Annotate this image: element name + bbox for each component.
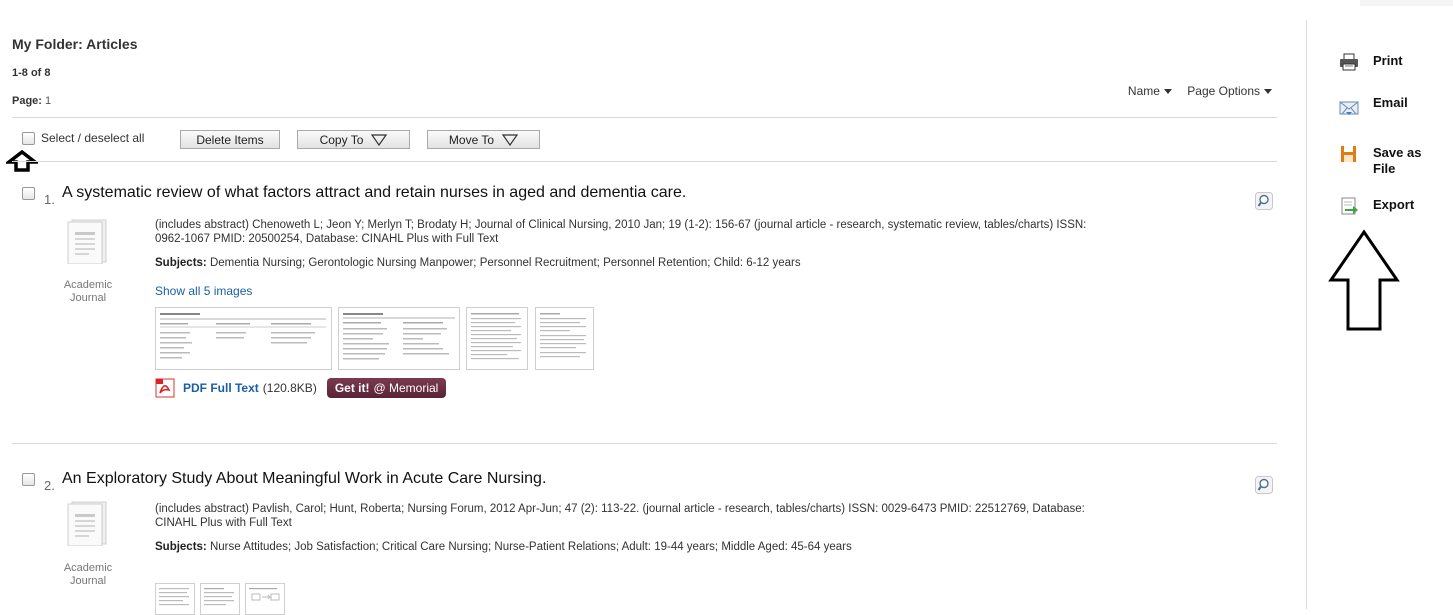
up-arrow-annotation-icon <box>1328 229 1400 331</box>
top-strip <box>1360 0 1453 6</box>
select-all-checkbox[interactable] <box>22 132 35 146</box>
pdf-size: (120.8KB) <box>262 381 317 395</box>
citation-details: (includes abstract) Pavlish, Carol; Hunt… <box>155 502 1085 530</box>
chevron-down-icon <box>1264 89 1272 95</box>
export-label: Export <box>1373 197 1415 212</box>
journal-document-icon <box>67 219 107 264</box>
result-count: 1-8 of 8 <box>12 67 51 79</box>
full-text-links: PDF Full Text (120.8KB) Get it! @ Memori… <box>155 378 447 398</box>
image-thumbnail[interactable] <box>338 307 460 370</box>
sort-controls: Name Page Options <box>1116 84 1272 98</box>
copy-to-label: Copy To <box>319 132 364 147</box>
divider <box>12 117 1277 118</box>
citation-details: (includes abstract) Chenoweth L; Jeon Y;… <box>155 218 1086 246</box>
result-checkbox[interactable] <box>22 187 35 200</box>
envelope-icon <box>1339 101 1359 115</box>
get-it-button[interactable]: Get it! @ Memorial <box>326 378 447 398</box>
triangle-down-icon <box>371 133 388 146</box>
show-all-images-link[interactable]: Show all 5 images <box>155 284 252 298</box>
citation-line: (includes abstract) Chenoweth L; Jeon Y;… <box>155 219 1087 231</box>
pagination: Page: 1 <box>12 95 51 107</box>
save-label-line: File <box>1373 161 1396 176</box>
copy-to-button[interactable]: Copy To <box>297 130 410 149</box>
select-all-control: Select / deselect all <box>22 131 145 146</box>
save-as-file-label: Save as File <box>1373 145 1421 177</box>
subjects-value[interactable]: Dementia Nursing; Gerontologic Nursing M… <box>210 257 801 269</box>
pdf-icon <box>155 378 175 398</box>
sort-name-dropdown[interactable]: Name <box>1128 84 1172 98</box>
page-title: My Folder: Articles <box>12 36 138 52</box>
image-thumbnail[interactable] <box>155 307 332 370</box>
print-tool[interactable]: Print <box>1339 53 1403 71</box>
subjects-value[interactable]: Nurse Attitudes; Job Satisfaction; Criti… <box>210 541 852 553</box>
delete-items-label: Delete Items <box>196 132 264 147</box>
email-tool[interactable]: Email <box>1339 95 1408 117</box>
select-all-label: Select / deselect all <box>41 131 145 145</box>
export-icon <box>1341 197 1358 215</box>
save-label-line: Save as <box>1373 145 1422 160</box>
table-thumbnail-icon <box>160 313 326 359</box>
move-to-button[interactable]: Move To <box>427 130 540 149</box>
page-thumbnail-icon <box>540 313 586 358</box>
page-number[interactable]: 1 <box>45 95 51 107</box>
image-thumbnail[interactable] <box>245 583 285 615</box>
table-thumbnail-icon <box>343 313 455 360</box>
sort-name-label: Name <box>1127 84 1160 98</box>
page-label: Page: <box>12 95 42 107</box>
image-thumbnail[interactable] <box>466 307 528 370</box>
page-options-label: Page Options <box>1187 84 1260 98</box>
get-it-library: @ Memorial <box>373 381 439 395</box>
save-as-file-tool[interactable]: Save as File <box>1339 145 1421 177</box>
result-title-link[interactable]: A systematic review of what factors attr… <box>62 184 686 202</box>
move-to-label: Move To <box>448 132 495 147</box>
divider <box>12 443 1277 444</box>
result-checkbox[interactable] <box>22 473 35 486</box>
citation-line: (includes abstract) Pavlish, Carol; Hunt… <box>155 503 1085 515</box>
subjects-line: Subjects: Dementia Nursing; Gerontologic… <box>155 257 801 269</box>
printer-icon <box>1340 53 1358 71</box>
page-thumbnail-icon <box>471 313 521 360</box>
chevron-down-icon <box>1163 89 1172 95</box>
pdf-full-text-link[interactable]: PDF Full Text <box>183 381 259 395</box>
divider <box>12 161 1277 162</box>
magnifier-icon[interactable] <box>1255 192 1273 210</box>
email-label: Email <box>1373 95 1408 110</box>
export-tool[interactable]: Export <box>1339 197 1414 215</box>
publication-type-line: Academic <box>63 279 113 291</box>
print-label: Print <box>1373 53 1403 68</box>
publication-type-line: Journal <box>69 575 107 587</box>
image-thumbnail[interactable] <box>535 307 594 370</box>
subjects-label: Subjects: <box>155 257 207 269</box>
page-thumbnail-icon <box>159 588 189 606</box>
publication-type-line: Journal <box>69 292 107 304</box>
result-number: 2. <box>44 478 55 493</box>
publication-type-line: Academic <box>63 562 113 574</box>
citation-line: CINAHL Plus with Full Text <box>155 517 292 529</box>
subjects-label: Subjects: <box>155 541 207 553</box>
page-options-dropdown[interactable]: Page Options <box>1187 84 1272 98</box>
triangle-down-icon <box>502 133 519 146</box>
result-number: 1. <box>44 192 55 207</box>
subjects-line: Subjects: Nurse Attitudes; Job Satisfact… <box>155 541 852 553</box>
delete-items-button[interactable]: Delete Items <box>180 130 280 149</box>
get-it-label: Get it! <box>334 381 370 395</box>
image-thumbnail[interactable] <box>155 583 195 615</box>
publication-type: Academic Journal <box>58 562 118 588</box>
diagram-thumbnail-icon <box>249 588 280 601</box>
page-thumbnail-icon <box>204 588 234 606</box>
results-panel: My Folder: Articles 1-8 of 8 Page: 1 Nam… <box>0 0 1290 615</box>
magnifier-icon[interactable] <box>1255 476 1273 494</box>
citation-line: 0962-1067 PMID: 20500254, Database: CINA… <box>155 233 499 245</box>
publication-type: Academic Journal <box>58 279 118 305</box>
save-disk-icon <box>1341 146 1356 162</box>
result-title-link[interactable]: An Exploratory Study About Meaningful Wo… <box>62 470 546 488</box>
journal-document-icon <box>67 501 107 546</box>
image-thumbnail[interactable] <box>200 583 240 615</box>
